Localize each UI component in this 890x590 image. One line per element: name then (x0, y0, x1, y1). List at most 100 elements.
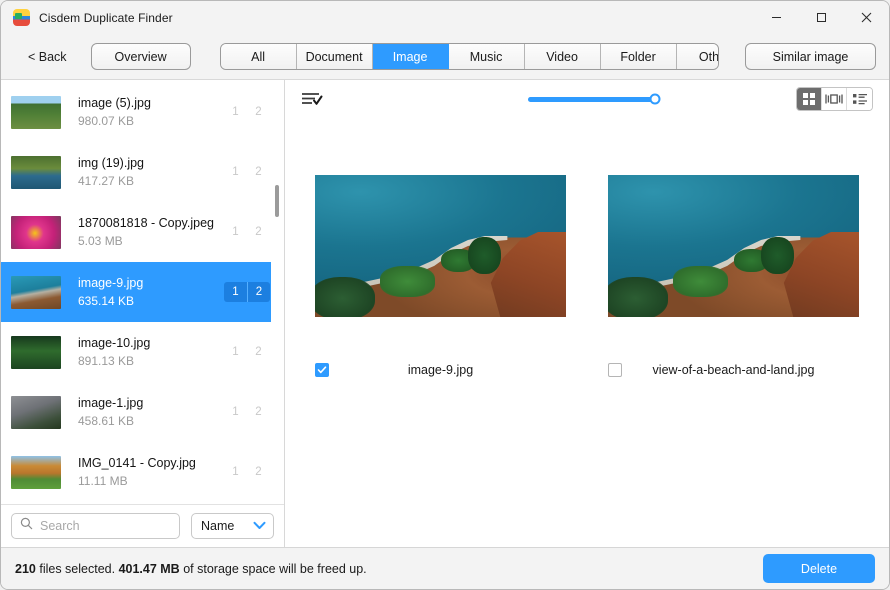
image-vegetation-4 (315, 277, 376, 317)
duplicate-badge-2[interactable]: 2 (247, 282, 270, 302)
file-size: 417.27 KB (78, 174, 135, 188)
file-row[interactable]: image-10.jpg 891.13 KB 1 2 (1, 322, 284, 382)
file-name: 1870081818 - Copy.jpeg (78, 216, 214, 230)
search-input[interactable] (40, 519, 171, 533)
tab-all[interactable]: All (220, 44, 297, 69)
freed-size-suffix: of storage space will be freed up. (183, 561, 367, 576)
file-row[interactable]: IMG_0141 - Copy.jpg 11.11 MB 1 2 (1, 442, 284, 502)
file-row[interactable]: 1870081818 - Copy.jpeg 5.03 MB 1 2 (1, 202, 284, 262)
app-body: image (5).jpg 980.07 KB 1 2 img (19).jpg 417.… (1, 80, 889, 547)
close-icon[interactable] (844, 1, 889, 34)
tab-video[interactable]: Video (524, 44, 601, 69)
list-check-icon[interactable] (301, 91, 323, 107)
preview-card: image-9.jpg (315, 175, 566, 547)
duplicate-count-badges: 12 (224, 282, 270, 302)
search-box[interactable] (11, 513, 180, 539)
duplicate-badge-1[interactable]: 1 (224, 342, 247, 362)
duplicate-badge-2[interactable]: 2 (247, 462, 270, 482)
image-vegetation-3 (761, 237, 794, 275)
preview-image[interactable] (315, 175, 566, 317)
file-size: 11.11 MB (78, 474, 128, 488)
overview-button[interactable]: Overview (90, 43, 191, 70)
preview-card: view-of-a-beach-and-land.jpg (608, 175, 859, 547)
preview-toolbar (285, 80, 889, 118)
duplicate-preview-cards: image-9.jpg view-of-a-beach-and-land.jpg (285, 118, 889, 547)
category-tabs: All Document Image Music Video Folder Ot… (219, 43, 719, 70)
tab-music[interactable]: Music (448, 44, 525, 69)
file-row[interactable]: image (5).jpg 980.07 KB 1 2 (1, 82, 284, 142)
selected-count: 210 (15, 561, 36, 576)
file-thumbnail (11, 215, 61, 249)
duplicate-badge-1[interactable]: 1 (224, 162, 247, 182)
window-title: Cisdem Duplicate Finder (39, 10, 173, 25)
tab-folder[interactable]: Folder (600, 44, 677, 69)
file-thumbnail (11, 335, 61, 369)
preview-card-footer: view-of-a-beach-and-land.jpg (608, 363, 859, 377)
similar-image-button[interactable]: Similar image (745, 43, 876, 70)
delete-button[interactable]: Delete (763, 554, 875, 583)
duplicate-file-list[interactable]: image (5).jpg 980.07 KB 1 2 img (19).jpg 417.… (1, 80, 284, 504)
minimize-icon[interactable] (754, 1, 799, 34)
maximize-icon[interactable] (799, 1, 844, 34)
duplicate-badge-2[interactable]: 2 (247, 222, 270, 242)
freed-size: 401.47 MB (118, 561, 180, 576)
slider-thumb[interactable] (649, 93, 661, 105)
file-name: image (5).jpg (78, 96, 151, 110)
thumbnail-size-slider[interactable] (528, 93, 661, 105)
duplicate-count-badges: 12 (224, 102, 270, 122)
file-size: 891.13 KB (78, 354, 135, 368)
file-name: img (19).jpg (78, 156, 144, 170)
file-size: 458.61 KB (78, 414, 135, 428)
preview-panel: image-9.jpg view-of-a-beach-and-land.jpg (285, 80, 889, 547)
file-thumbnail (11, 455, 61, 489)
chevron-down-icon (253, 517, 266, 535)
duplicate-badge-1[interactable]: 1 (224, 402, 247, 422)
main-toolbar: < Back Overview All Document Image Music… (1, 34, 889, 80)
file-row[interactable]: image-9.jpg 635.14 KB 1 2 (1, 262, 284, 322)
duplicate-count-badges: 12 (224, 342, 270, 362)
duplicate-count-badges: 12 (224, 462, 270, 482)
duplicate-badge-2[interactable]: 2 (247, 102, 270, 122)
file-thumbnail (11, 155, 61, 189)
duplicate-badge-1[interactable]: 1 (224, 222, 247, 242)
duplicate-badge-1[interactable]: 1 (224, 102, 247, 122)
app-logo-icon (13, 9, 30, 26)
back-button[interactable]: < Back (14, 46, 77, 68)
search-icon (20, 517, 33, 535)
tab-document[interactable]: Document (296, 44, 373, 69)
file-meta: image-1.jpg 458.61 KB (78, 395, 224, 429)
sort-selected-value: Name (201, 519, 235, 533)
duplicate-badge-2[interactable]: 2 (247, 162, 270, 182)
preview-card-footer: image-9.jpg (315, 363, 566, 377)
duplicate-badge-1[interactable]: 1 (224, 462, 247, 482)
file-meta: image-9.jpg 635.14 KB (78, 275, 224, 309)
duplicate-badge-1[interactable]: 1 (224, 282, 247, 302)
duplicate-badge-2[interactable]: 2 (247, 402, 270, 422)
sidebar-scrollbar[interactable] (271, 80, 284, 504)
file-row[interactable]: img (19).jpg 417.27 KB 1 2 (1, 142, 284, 202)
file-row[interactable]: image-1.jpg 458.61 KB 1 2 (1, 382, 284, 442)
file-thumbnail (11, 395, 61, 429)
preview-image[interactable] (608, 175, 859, 317)
file-size: 5.03 MB (78, 234, 123, 248)
image-vegetation-1 (673, 265, 729, 298)
tab-image[interactable]: Image (372, 44, 449, 69)
scrollbar-thumb[interactable] (275, 185, 279, 217)
tab-other[interactable]: Other (676, 44, 718, 69)
app-window: Cisdem Duplicate Finder < Back Overview … (0, 0, 890, 590)
file-meta: image (5).jpg 980.07 KB (78, 95, 224, 129)
sort-dropdown[interactable]: Name (191, 513, 274, 539)
selected-count-suffix: files selected. (39, 561, 116, 576)
coverflow-icon[interactable] (822, 88, 847, 110)
preview-file-name: view-of-a-beach-and-land.jpg (652, 363, 815, 377)
file-sidebar: image (5).jpg 980.07 KB 1 2 img (19).jpg 417.… (1, 80, 285, 547)
title-bar: Cisdem Duplicate Finder (1, 1, 889, 34)
duplicate-badge-2[interactable]: 2 (247, 342, 270, 362)
grid-icon[interactable] (797, 88, 822, 110)
file-name: image-9.jpg (78, 276, 144, 290)
file-size: 635.14 KB (78, 294, 135, 308)
list-icon[interactable] (847, 88, 872, 110)
file-meta: IMG_0141 - Copy.jpg 11.11 MB (78, 455, 224, 489)
file-meta: 1870081818 - Copy.jpeg 5.03 MB (78, 215, 224, 249)
image-vegetation-4 (608, 277, 669, 317)
